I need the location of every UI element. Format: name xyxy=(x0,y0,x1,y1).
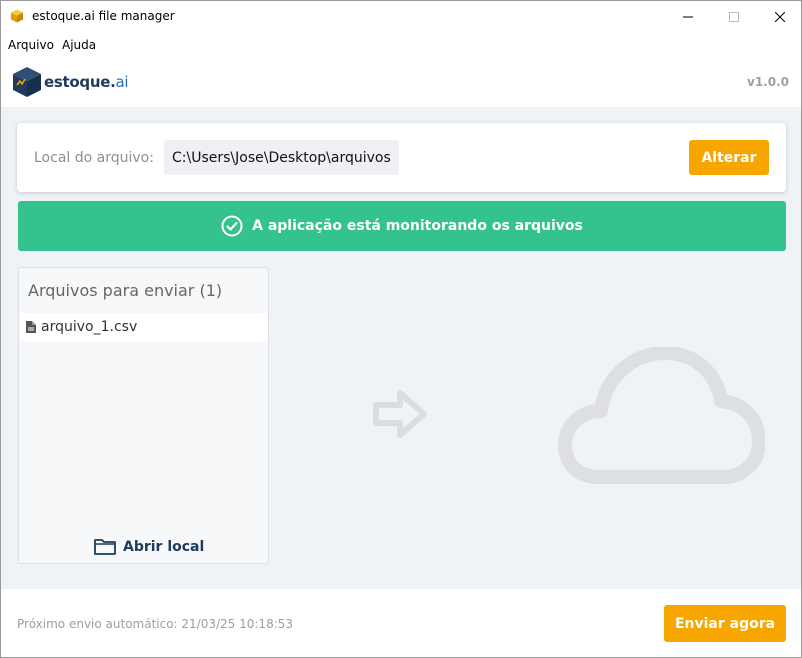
footer: Próximo envio automático: 21/03/25 10:18… xyxy=(1,589,801,657)
window-title: estoque.ai file manager xyxy=(32,9,175,23)
file-icon xyxy=(26,321,36,333)
open-local-label: Abrir local xyxy=(123,538,205,555)
file-list-item[interactable]: arquivo_1.csv xyxy=(20,313,268,341)
folder-icon xyxy=(94,538,116,555)
path-value: C:\Users\Jose\Desktop\arquivos xyxy=(164,140,399,175)
check-circle-icon xyxy=(221,215,243,237)
arrow-right-icon xyxy=(373,388,429,445)
maximize-icon xyxy=(729,11,739,22)
path-label: Local do arquivo: xyxy=(34,150,154,166)
maximize-button[interactable] xyxy=(711,1,757,32)
close-icon xyxy=(775,11,785,22)
version-label: v1.0.0 xyxy=(747,75,789,89)
logo xyxy=(12,66,42,98)
files-panel-title: Arquivos para enviar (1) xyxy=(28,281,223,300)
path-card: Local do arquivo: C:\Users\Jose\Desktop\… xyxy=(17,123,786,192)
status-message: A aplicação está monitorando os arquivos xyxy=(252,218,583,234)
status-banner: A aplicação está monitorando os arquivos xyxy=(18,201,786,251)
logo-cube-icon xyxy=(13,67,41,97)
menu-bar: Arquivo Ajuda xyxy=(1,32,801,56)
minimize-icon xyxy=(683,16,693,17)
file-name: arquivo_1.csv xyxy=(41,319,138,335)
change-path-button[interactable]: Alterar xyxy=(689,140,769,175)
menu-arquivo[interactable]: Arquivo xyxy=(8,38,54,52)
app-box-icon xyxy=(10,9,24,23)
files-panel: Arquivos para enviar (1) arquivo_1.csv A… xyxy=(18,267,269,564)
title-bar: estoque.ai file manager xyxy=(1,1,801,32)
app-header: estoque.ai v1.0.0 xyxy=(1,56,801,107)
app-window: estoque.ai file manager Arquivo Ajuda es… xyxy=(0,0,802,658)
minimize-button[interactable] xyxy=(665,1,711,32)
cloud-icon xyxy=(557,346,766,490)
menu-ajuda[interactable]: Ajuda xyxy=(62,38,96,52)
next-send-label: Próximo envio automático: 21/03/25 10:18… xyxy=(17,617,294,631)
logo-text: estoque.ai xyxy=(44,73,129,91)
send-now-button[interactable]: Enviar agora xyxy=(664,605,786,642)
main-area: Local do arquivo: C:\Users\Jose\Desktop\… xyxy=(1,107,801,589)
open-local-button[interactable]: Abrir local xyxy=(94,538,204,555)
close-button[interactable] xyxy=(757,1,801,32)
